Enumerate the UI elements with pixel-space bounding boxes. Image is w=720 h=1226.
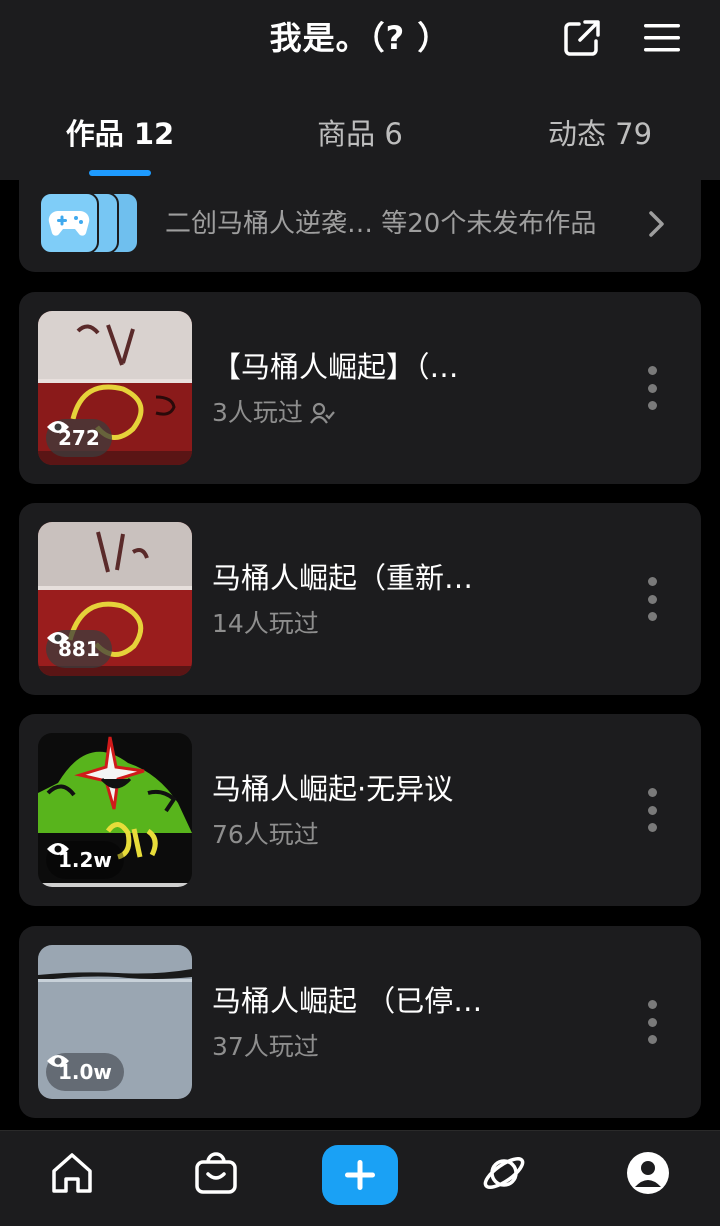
- work-thumbnail[interactable]: 881: [38, 522, 192, 676]
- home-icon[interactable]: [44, 1145, 100, 1201]
- eye-icon: [47, 1055, 69, 1067]
- co-creator-icon: [309, 402, 335, 424]
- profile-icon[interactable]: [620, 1145, 676, 1201]
- drafts-summary: 二创马桶人逆袭… 等20个未发布作品: [165, 209, 597, 239]
- more-options-icon[interactable]: [637, 577, 667, 621]
- tab-works[interactable]: 作品 12: [0, 114, 240, 154]
- work-card[interactable]: 1.2w 马桶人崛起·无异议 76人玩过: [19, 714, 701, 906]
- top-header: 我是。（? ） 作品 12 商品 6 动态 79: [0, 0, 720, 180]
- work-plays: 3人玩过: [212, 395, 335, 431]
- more-options-icon[interactable]: [637, 1000, 667, 1044]
- draft-stack: [39, 192, 149, 254]
- unpublished-drafts-row[interactable]: 二创马桶人逆袭… 等20个未发布作品: [19, 176, 701, 272]
- gamepad-icon: [39, 192, 99, 254]
- work-plays: 37人玩过: [212, 1032, 319, 1061]
- view-count: 1.2w: [46, 841, 124, 879]
- work-plays: 76人玩过: [212, 820, 319, 849]
- eye-icon: [47, 421, 69, 433]
- work-thumbnail[interactable]: 1.0w: [38, 945, 192, 1099]
- view-count: 881: [46, 630, 112, 668]
- external-share-icon[interactable]: [560, 16, 604, 60]
- work-title: 马桶人崛起·无异议: [212, 772, 454, 806]
- work-title: 马桶人崛起 （已停…: [212, 984, 483, 1018]
- add-icon[interactable]: [322, 1145, 398, 1205]
- work-thumbnail[interactable]: 272: [38, 311, 192, 465]
- chevron-right-icon: [645, 206, 669, 242]
- more-options-icon[interactable]: [637, 366, 667, 410]
- work-card[interactable]: 1.0w 马桶人崛起 （已停… 37人玩过: [19, 926, 701, 1118]
- work-card[interactable]: 272 【马桶人崛起】（… 3人玩过: [19, 292, 701, 484]
- view-count: 272: [46, 419, 112, 457]
- work-title: 【马桶人崛起】（…: [212, 350, 459, 384]
- tab-products[interactable]: 商品 6: [240, 114, 480, 154]
- planet-icon[interactable]: [476, 1145, 532, 1201]
- work-thumbnail[interactable]: 1.2w: [38, 733, 192, 887]
- tab-updates[interactable]: 动态 79: [480, 114, 720, 154]
- work-plays: 14人玩过: [212, 609, 319, 638]
- page-title: 我是。（? ）: [269, 19, 451, 57]
- work-title: 马桶人崛起（重新…: [212, 561, 474, 595]
- eye-icon: [47, 632, 69, 644]
- bottom-navigation: [0, 1130, 720, 1226]
- eye-icon: [47, 843, 69, 855]
- work-card[interactable]: 881 马桶人崛起（重新… 14人玩过: [19, 503, 701, 695]
- shop-bag-icon[interactable]: [188, 1145, 244, 1201]
- tab-bar: 作品 12 商品 6 动态 79: [0, 100, 720, 180]
- hamburger-menu-icon[interactable]: [640, 16, 684, 60]
- view-count: 1.0w: [46, 1053, 124, 1091]
- more-options-icon[interactable]: [637, 788, 667, 832]
